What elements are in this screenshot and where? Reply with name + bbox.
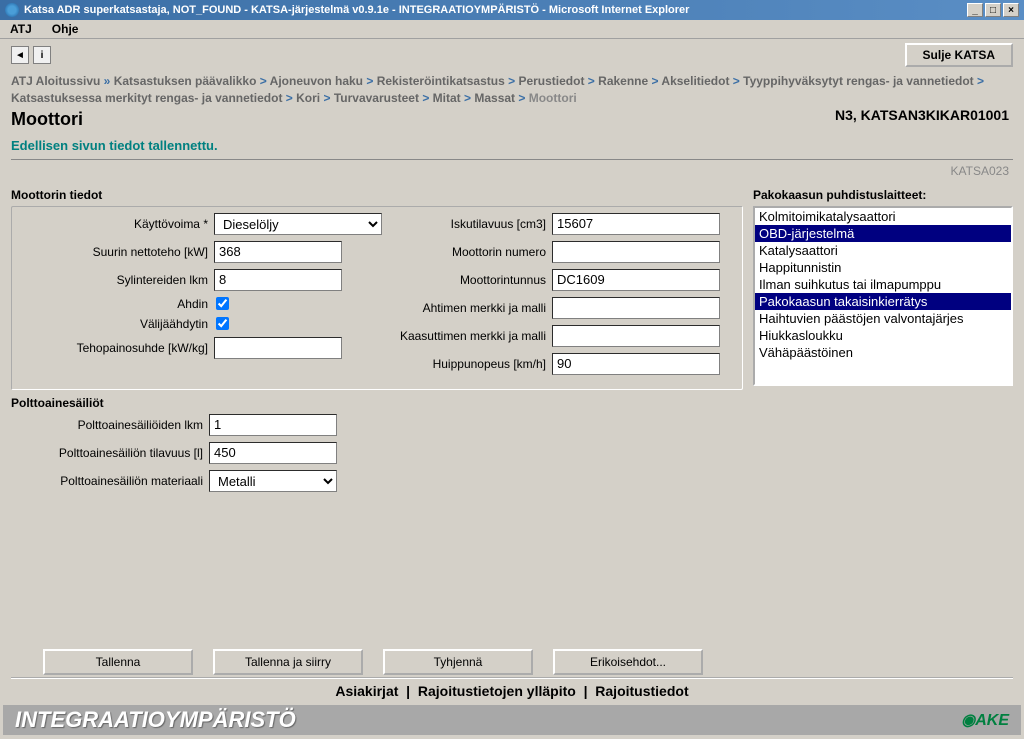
label-displacement: Iskutilavuus [cm3]	[382, 217, 552, 231]
special-button[interactable]: Erikoisehdot...	[553, 649, 703, 675]
label-topspeed: Huippunopeus [km/h]	[382, 357, 552, 371]
menu-ohje[interactable]: Ohje	[52, 22, 79, 36]
link-restr[interactable]: Rajoitustiedot	[595, 683, 688, 699]
label-powerweight: Tehopainosuhde [kW/kg]	[16, 341, 214, 355]
minimize-button[interactable]: _	[967, 3, 983, 17]
label-tankmat: Polttoainesäiliön materiaali	[11, 474, 209, 488]
status-message: Edellisen sivun tiedot tallennettu.	[3, 134, 1021, 157]
breadcrumb-item[interactable]: Rakenne	[598, 74, 648, 88]
label-turbomodel: Ahtimen merkki ja malli	[382, 301, 552, 315]
cylinders-input[interactable]	[214, 269, 342, 291]
clear-button[interactable]: Tyhjennä	[383, 649, 533, 675]
breadcrumb-item[interactable]: Katsastuksessa merkityt rengas- ja vanne…	[11, 91, 282, 105]
back-icon[interactable]: ◄	[11, 46, 29, 64]
save-button[interactable]: Tallenna	[43, 649, 193, 675]
label-fuel: Käyttövoima *	[16, 217, 214, 231]
exhaust-option[interactable]: Haihtuvien päästöjen valvontajärjes	[755, 310, 1011, 327]
window-controls: _ □ ×	[967, 3, 1019, 17]
breadcrumb-item[interactable]: Rekisteröintikatsastus	[377, 74, 505, 88]
breadcrumb-item[interactable]: Tyyppihyväksytyt rengas- ja vannetiedot	[743, 74, 974, 88]
breadcrumb-item[interactable]: Akselitiedot	[661, 74, 729, 88]
label-turbo: Ahdin	[16, 297, 214, 311]
window-title: Katsa ADR superkatsastaja, NOT_FOUND - K…	[24, 4, 689, 16]
breadcrumb-item[interactable]: Ajoneuvon haku	[270, 74, 363, 88]
breadcrumb-item[interactable]: Perustiedot	[518, 74, 584, 88]
save-next-button[interactable]: Tallenna ja siirry	[213, 649, 363, 675]
displacement-input[interactable]	[552, 213, 720, 235]
ake-logo: ◉AKE	[961, 710, 1009, 730]
exhaust-option[interactable]: OBD-järjestelmä	[755, 225, 1011, 242]
label-tankvol: Polttoainesäiliön tilavuus [l]	[11, 446, 209, 460]
breadcrumb-item[interactable]: Turvavarusteet	[334, 91, 419, 105]
fuel-select[interactable]: Dieselöljy	[214, 213, 382, 235]
enginecode-input[interactable]	[552, 269, 720, 291]
exhaust-option[interactable]: Happitunnistin	[755, 259, 1011, 276]
section-fueltanks-label: Polttoainesäiliöt	[11, 394, 743, 414]
label-intercooler: Välijäähdytin	[16, 317, 214, 331]
window-titlebar: Katsa ADR superkatsastaja, NOT_FOUND - K…	[0, 0, 1024, 20]
form-code: KATSA023	[3, 162, 1021, 180]
section-engine-label: Moottorin tiedot	[11, 180, 743, 206]
bottom-links: Asiakirjat | Rajoitustietojen ylläpito |…	[3, 683, 1021, 699]
exhaust-option[interactable]: Hiukkasloukku	[755, 327, 1011, 344]
tankvol-input[interactable]	[209, 442, 337, 464]
close-button[interactable]: ×	[1003, 3, 1019, 17]
powerweight-input[interactable]	[214, 337, 342, 359]
turbo-checkbox[interactable]	[216, 297, 229, 310]
breadcrumb-item[interactable]: ATJ Aloitussivu	[11, 74, 100, 88]
link-restr-edit[interactable]: Rajoitustietojen ylläpito	[418, 683, 576, 699]
section-exhaust-label: Pakokaasun puhdistuslaitteet:	[753, 180, 1013, 206]
topspeed-input[interactable]	[552, 353, 720, 375]
exhaust-option[interactable]: Kolmitoimikatalysaattori	[755, 208, 1011, 225]
power-input[interactable]	[214, 241, 342, 263]
ie-icon	[5, 3, 19, 17]
breadcrumb-item[interactable]: Kori	[296, 91, 320, 105]
carbmodel-input[interactable]	[552, 325, 720, 347]
breadcrumb-item[interactable]: Katsastuksen päävalikko	[114, 74, 257, 88]
turbomodel-input[interactable]	[552, 297, 720, 319]
label-tankcount: Polttoainesäiliöiden lkm	[11, 418, 209, 432]
maximize-button[interactable]: □	[985, 3, 1001, 17]
breadcrumb-item[interactable]: Mitat	[433, 91, 461, 105]
exhaust-option[interactable]: Katalysaattori	[755, 242, 1011, 259]
link-docs[interactable]: Asiakirjat	[335, 683, 398, 699]
label-enginecode: Moottorintunnus	[382, 273, 552, 287]
intercooler-checkbox[interactable]	[216, 317, 229, 330]
engineno-input[interactable]	[552, 241, 720, 263]
vehicle-id: N3, KATSAN3KIKAR01001	[835, 107, 1009, 123]
label-cylinders: Sylintereiden lkm	[16, 273, 214, 287]
tankcount-input[interactable]	[209, 414, 337, 436]
label-power: Suurin nettoteho [kW]	[16, 245, 214, 259]
footer: INTEGRAATIOYMPÄRISTÖ ◉AKE	[3, 705, 1021, 735]
exhaust-option[interactable]: Ilman suihkutus tai ilmapumppu	[755, 276, 1011, 293]
close-katsa-button[interactable]: Sulje KATSA	[905, 43, 1013, 67]
menubar: ATJ Ohje	[0, 20, 1024, 39]
engine-fieldset: Käyttövoima * Dieselöljy Suurin nettoteh…	[11, 206, 743, 390]
label-carbmodel: Kaasuttimen merkki ja malli	[382, 329, 552, 343]
label-engineno: Moottorin numero	[382, 245, 552, 259]
menu-atj[interactable]: ATJ	[10, 22, 32, 36]
tankmat-select[interactable]: Metalli	[209, 470, 337, 492]
exhaust-listbox[interactable]: KolmitoimikatalysaattoriOBD-järjestelmäK…	[753, 206, 1013, 386]
breadcrumb-item[interactable]: Massat	[474, 91, 515, 105]
footer-env: INTEGRAATIOYMPÄRISTÖ	[15, 707, 296, 733]
exhaust-option[interactable]: Pakokaasun takaisinkierrätys	[755, 293, 1011, 310]
breadcrumb: ATJ Aloitussivu » Katsastuksen päävalikk…	[3, 71, 1021, 109]
exhaust-option[interactable]: Vähäpäästöinen	[755, 344, 1011, 361]
breadcrumb-item: Moottori	[529, 91, 577, 105]
info-icon[interactable]: i	[33, 46, 51, 64]
